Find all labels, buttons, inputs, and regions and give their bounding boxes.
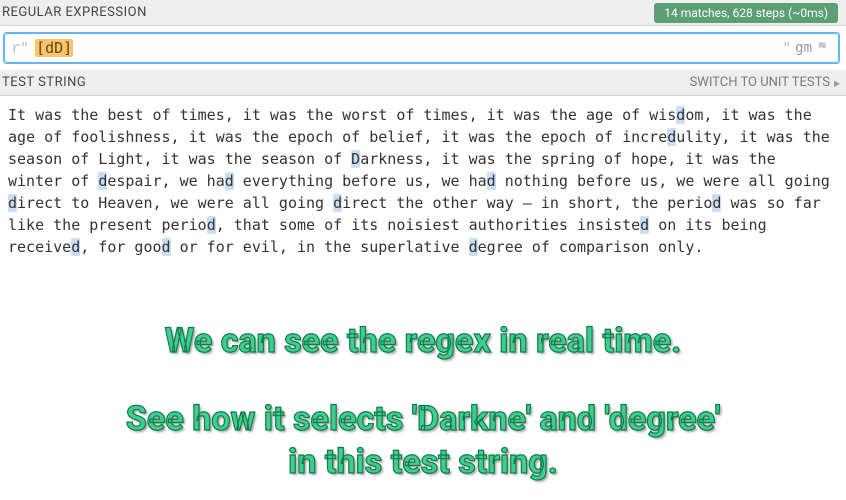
test-string-header: TEST STRING SWITCH TO UNIT TESTS ▸ [0, 70, 846, 96]
annotation-overlay-2: See how it selects 'Darkne' and 'degree'… [0, 398, 846, 483]
chevron-right-icon: ▸ [834, 76, 840, 90]
annotation-line-2a: See how it selects 'Darkne' and 'degree' [0, 398, 846, 441]
regex-close-quote: " [782, 39, 791, 57]
regex-input[interactable]: r" [dD] " gm [3, 32, 840, 64]
annotation-line-1: We can see the regex in real time. [0, 320, 846, 363]
regex-flags[interactable]: gm [795, 40, 812, 56]
test-string-textarea[interactable]: It was the best of times, it was the wor… [0, 96, 846, 266]
regex-charclass: [dD] [35, 39, 73, 57]
match-count-badge: 14 matches, 628 steps (~0ms) [654, 3, 838, 23]
regex-prefix-delim: r" [11, 39, 29, 57]
flag-icon[interactable] [816, 41, 832, 55]
annotation-line-2b: in this test string. [0, 441, 846, 484]
annotation-overlay-1: We can see the regex in real time. [0, 320, 846, 363]
switch-link-text: SWITCH TO UNIT TESTS [690, 75, 830, 90]
regex-section-label: REGULAR EXPRESSION [2, 5, 147, 20]
regex-header: REGULAR EXPRESSION 14 matches, 628 steps… [0, 0, 846, 26]
regex-pattern[interactable]: [dD] [35, 39, 73, 57]
switch-to-unit-tests-link[interactable]: SWITCH TO UNIT TESTS ▸ [690, 75, 840, 90]
test-string-label: TEST STRING [2, 75, 86, 90]
